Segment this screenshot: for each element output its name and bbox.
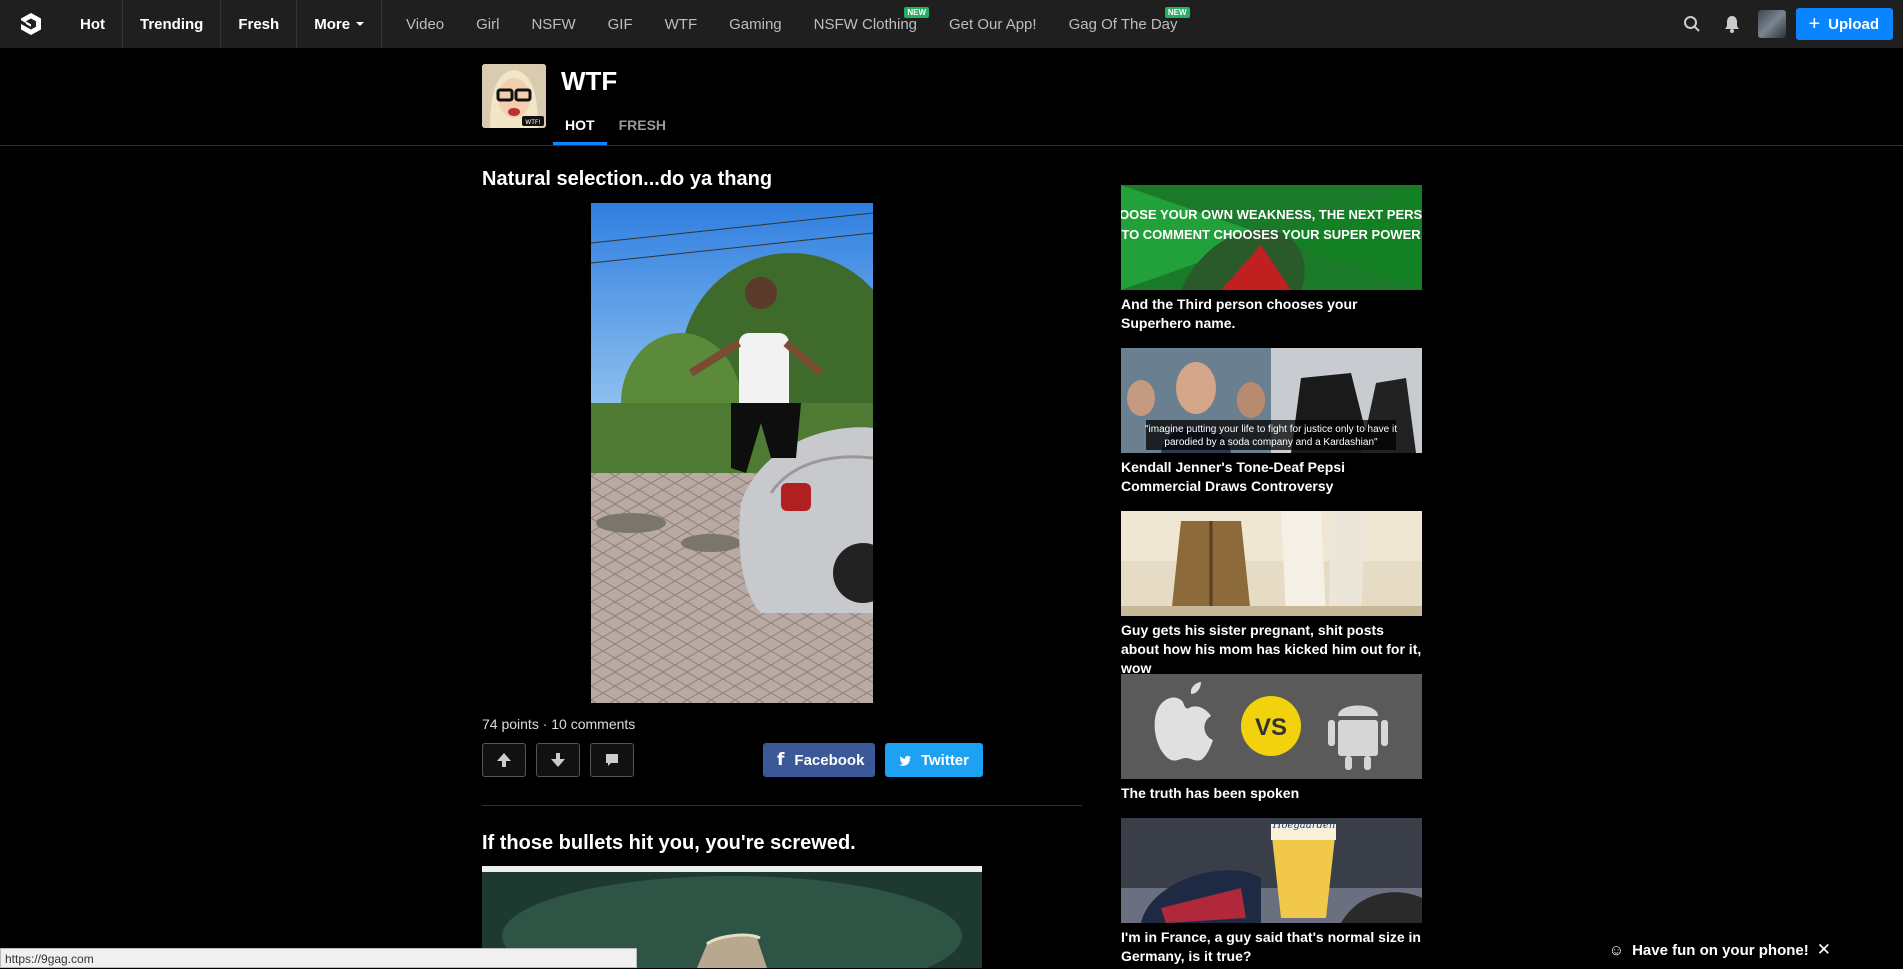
new-badge: NEW [904, 7, 930, 18]
nav-trending[interactable]: Trending [123, 0, 222, 48]
facebook-icon: f [777, 750, 785, 770]
sidebar-title[interactable]: And the Third person chooses your Superh… [1121, 295, 1422, 333]
section-tabs: HOT FRESH [553, 104, 678, 145]
nav-gag-of-the-day-label: Gag Of The Day [1068, 15, 1178, 33]
search-button[interactable] [1672, 0, 1712, 48]
post-divider [482, 805, 1082, 806]
beer-glass-image: Hoegaarden [1121, 818, 1422, 923]
nav-nsfw[interactable]: NSFW [515, 0, 591, 48]
sidebar-card[interactable]: VS The truth has been spoken [1121, 674, 1422, 803]
site-logo[interactable] [0, 0, 62, 48]
apple-vs-android-image: VS [1121, 674, 1422, 779]
comment-button[interactable] [590, 743, 634, 777]
sidebar-card[interactable]: Hoegaarden I'm in France, a guy said tha… [1121, 818, 1422, 966]
post-video[interactable] [591, 203, 873, 703]
nav-gif[interactable]: GIF [592, 0, 649, 48]
arrow-up-icon [497, 753, 511, 767]
arrow-down-icon [551, 753, 565, 767]
sidebar-overlay-2a: "imagine putting your life to fight for … [1145, 424, 1397, 435]
section-header: WTF! WTF HOT FRESH [0, 48, 1903, 146]
superhero-meme-image: CHOOSE YOUR OWN WEAKNESS, THE NEXT PERSO… [1121, 185, 1422, 290]
nav-wtf[interactable]: WTF [649, 0, 713, 48]
nav-hot[interactable]: Hot [62, 0, 123, 48]
nav-video[interactable]: Video [390, 0, 460, 48]
sidebar-card[interactable]: Guy gets his sister pregnant, shit posts… [1121, 511, 1422, 678]
user-avatar[interactable] [1758, 10, 1787, 38]
upload-label: Upload [1828, 15, 1879, 33]
close-icon[interactable]: ✕ [1817, 940, 1831, 960]
upvote-button[interactable] [482, 743, 526, 777]
nav-wtf-label: WTF [664, 15, 698, 33]
nav-gif-label: GIF [607, 15, 633, 33]
suitcase-image [1121, 511, 1422, 616]
tab-hot[interactable]: HOT [553, 104, 607, 145]
toast-text: Have fun on your phone! [1632, 941, 1809, 959]
nav-girl[interactable]: Girl [460, 0, 515, 48]
vote-row [482, 743, 634, 777]
sidebar-overlay-1a: CHOOSE YOUR OWN WEAKNESS, THE NEXT PERSO… [1121, 207, 1422, 222]
nav-get-app[interactable]: Get Our App! [933, 0, 1053, 48]
sidebar-overlay-5: Hoegaarden [1272, 820, 1336, 831]
section-nav: Video Girl NSFW GIF WTF Gaming NSFW Clot… [390, 0, 1193, 48]
sidebar-title[interactable]: Guy gets his sister pregnant, shit posts… [1121, 621, 1422, 678]
nav-nsfw-label: NSFW [531, 15, 576, 33]
downvote-button[interactable] [536, 743, 580, 777]
chevron-down-icon [356, 22, 365, 26]
pepsi-ad-image: "imagine putting your life to fight for … [1121, 348, 1422, 453]
sidebar-title[interactable]: I'm in France, a guy said that's normal … [1121, 928, 1422, 966]
sidebar-overlay-2b: parodied by a soda company and a Kardash… [1164, 437, 1378, 448]
main-nav: Hot Trending Fresh More [62, 0, 383, 48]
sidebar-thumb [1121, 511, 1422, 616]
nav-more[interactable]: More [297, 0, 383, 48]
section-title: WTF [561, 66, 618, 96]
facebook-share-button[interactable]: f Facebook [763, 743, 875, 777]
sidebar-thumb: "imagine putting your life to fight for … [1121, 348, 1422, 453]
post-meta: 74 points · 10 comments [482, 716, 636, 732]
nav-get-app-label: Get Our App! [949, 15, 1037, 33]
nav-right: + Upload [1672, 0, 1903, 48]
plus-icon: + [1808, 13, 1821, 35]
nav-gaming-label: Gaming [729, 15, 782, 33]
nav-nsfw-clothing-label: NSFW Clothing [813, 15, 918, 33]
app-promo-toast: ☺ Have fun on your phone! ✕ [1609, 940, 1831, 960]
new-badge: NEW [1164, 7, 1190, 18]
comment-icon [606, 754, 618, 766]
9gag-logo-icon [21, 13, 41, 35]
bell-icon [1725, 16, 1740, 33]
top-nav: Hot Trending Fresh More Video Girl NSFW … [0, 0, 1903, 48]
nav-more-label: More [314, 15, 351, 33]
nav-nsfw-clothing[interactable]: NSFW Clothing NEW [798, 0, 933, 48]
sidebar-thumb: Hoegaarden [1121, 818, 1422, 923]
sidebar-card[interactable]: CHOOSE YOUR OWN WEAKNESS, THE NEXT PERSO… [1121, 185, 1422, 333]
sidebar-card[interactable]: "imagine putting your life to fight for … [1121, 348, 1422, 496]
svg-text:WTF!: WTF! [525, 119, 540, 126]
notifications-button[interactable] [1712, 0, 1752, 48]
vs-text: VS [1255, 714, 1287, 741]
search-icon [1684, 16, 1701, 32]
post-title[interactable]: Natural selection...do ya thang [482, 168, 772, 191]
wtf-avatar-image: WTF! [482, 64, 546, 128]
twitter-share-button[interactable]: Twitter [885, 743, 983, 777]
facebook-label: Facebook [794, 751, 865, 769]
post-video-frame [591, 203, 873, 703]
sidebar-overlay-1b: TO COMMENT CHOOSES YOUR SUPER POWER [1121, 227, 1421, 242]
twitter-bird-icon [899, 755, 911, 766]
sidebar-thumb: VS [1121, 674, 1422, 779]
smile-icon: ☺ [1608, 941, 1625, 959]
nav-video-label: Video [406, 15, 445, 33]
nav-fresh[interactable]: Fresh [221, 0, 298, 48]
upload-button[interactable]: + Upload [1796, 8, 1893, 40]
tab-fresh[interactable]: FRESH [607, 104, 678, 145]
sidebar-title[interactable]: Kendall Jenner's Tone-Deaf Pepsi Commerc… [1121, 458, 1422, 496]
sidebar-thumb: CHOOSE YOUR OWN WEAKNESS, THE NEXT PERSO… [1121, 185, 1422, 290]
nav-girl-label: Girl [476, 15, 500, 33]
post2-title[interactable]: If those bullets hit you, you're screwed… [482, 832, 856, 855]
twitter-label: Twitter [920, 751, 969, 769]
sidebar-title[interactable]: The truth has been spoken [1121, 784, 1422, 803]
browser-status-bar: https://9gag.com [0, 948, 637, 968]
section-avatar: WTF! [482, 64, 546, 128]
nav-gaming[interactable]: Gaming [713, 0, 798, 48]
nav-gag-of-the-day[interactable]: Gag Of The Day NEW [1053, 0, 1194, 48]
